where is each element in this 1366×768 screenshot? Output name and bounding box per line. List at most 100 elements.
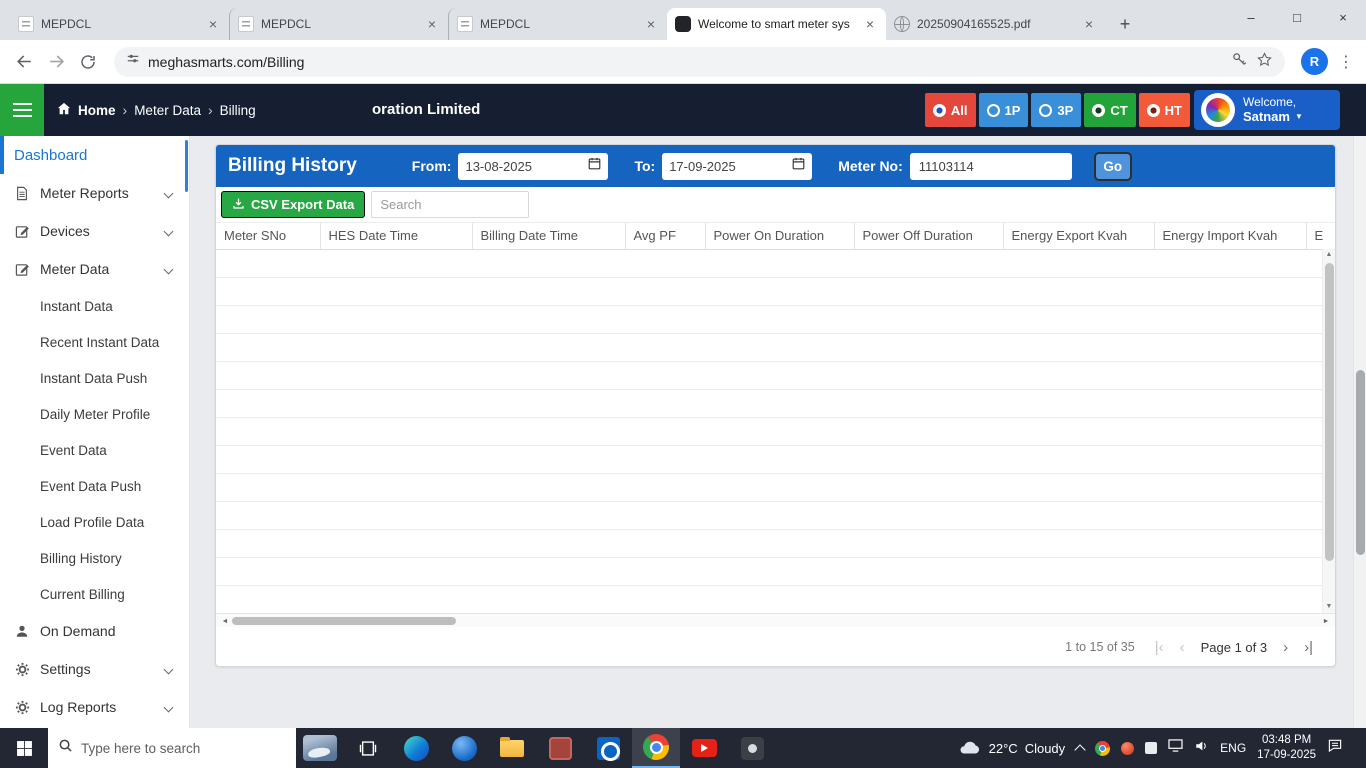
- user-menu[interactable]: Welcome, Satnam ▼: [1194, 90, 1340, 130]
- breadcrumb-meter-data[interactable]: Meter Data: [134, 103, 201, 118]
- page-scrollbar-thumb[interactable]: [1356, 370, 1365, 555]
- meter-no-input[interactable]: [910, 153, 1072, 180]
- taskbar-app-outlook[interactable]: [584, 728, 632, 768]
- filter-ht[interactable]: HT: [1139, 93, 1190, 127]
- radio-ct-icon[interactable]: [1092, 104, 1105, 117]
- to-date-input[interactable]: [669, 159, 788, 174]
- taskbar-pinned-image[interactable]: [296, 728, 344, 768]
- url-text[interactable]: meghasmarts.com/Billing: [148, 54, 1223, 70]
- chevron-down-icon[interactable]: ▼: [1295, 112, 1303, 122]
- browser-tab-4-active[interactable]: Welcome to smart meter sys ×: [667, 8, 886, 40]
- browser-menu-icon[interactable]: ⋮: [1334, 52, 1358, 72]
- sidebar-item-log-reports[interactable]: Log Reports: [0, 688, 189, 726]
- sidebar-item-instant-data[interactable]: Instant Data: [0, 288, 189, 324]
- taskbar-clock[interactable]: 03:48 PM 17-09-2025: [1257, 733, 1316, 763]
- scroll-right-icon[interactable]: ►: [1319, 614, 1333, 628]
- tray-chrome-icon[interactable]: [1095, 741, 1110, 756]
- column-header[interactable]: Meter SNo: [216, 223, 320, 249]
- profile-avatar[interactable]: R: [1301, 48, 1328, 75]
- task-view-button[interactable]: [344, 728, 392, 768]
- table-row[interactable]: [216, 417, 1323, 445]
- browser-tab-1[interactable]: MEPDCL ×: [10, 8, 229, 40]
- language-indicator[interactable]: ENG: [1220, 741, 1246, 755]
- browser-page-scrollbar[interactable]: [1353, 136, 1366, 728]
- column-header[interactable]: HES Date Time: [320, 223, 472, 249]
- from-date-input[interactable]: [465, 159, 584, 174]
- weather-widget[interactable]: 22°C Cloudy: [958, 739, 1066, 758]
- from-date-field[interactable]: [458, 153, 608, 180]
- calendar-icon[interactable]: [792, 157, 805, 175]
- column-header[interactable]: Energy Export Kvah: [1003, 223, 1154, 249]
- table-row[interactable]: [216, 389, 1323, 417]
- table-horizontal-scrollbar[interactable]: ◄ ►: [216, 613, 1335, 627]
- taskbar-app-red[interactable]: [536, 728, 584, 768]
- tray-red-app-icon[interactable]: [1121, 742, 1134, 755]
- sidebar-item-daily-meter-profile[interactable]: Daily Meter Profile: [0, 396, 189, 432]
- horizontal-scrollbar-thumb[interactable]: [232, 617, 456, 625]
- taskbar-app-misc[interactable]: [728, 728, 776, 768]
- table-row[interactable]: [216, 473, 1323, 501]
- tray-app-icon[interactable]: [1145, 742, 1157, 754]
- sidebar-item-meter-data[interactable]: Meter Data: [0, 250, 189, 288]
- sidebar-item-event-data-push[interactable]: Event Data Push: [0, 468, 189, 504]
- browser-tab-3[interactable]: MEPDCL ×: [448, 8, 667, 40]
- new-tab-button[interactable]: +: [1111, 10, 1139, 38]
- table-row[interactable]: [216, 277, 1323, 305]
- address-bar[interactable]: meghasmarts.com/Billing: [114, 47, 1285, 77]
- column-header[interactable]: Energy Import Kvah: [1154, 223, 1306, 249]
- taskbar-search-input[interactable]: [81, 741, 286, 756]
- browser-tab-2[interactable]: MEPDCL ×: [229, 8, 448, 40]
- forward-button[interactable]: [40, 46, 72, 78]
- scroll-left-icon[interactable]: ◄: [218, 614, 232, 628]
- table-row[interactable]: [216, 305, 1323, 333]
- radio-3p-icon[interactable]: [1039, 104, 1052, 117]
- scroll-up-icon[interactable]: ▲: [1323, 249, 1335, 261]
- tab-close-icon[interactable]: ×: [205, 16, 221, 32]
- table-row[interactable]: [216, 557, 1323, 585]
- breadcrumb-home[interactable]: Home: [78, 103, 116, 118]
- table-row[interactable]: [216, 585, 1323, 613]
- radio-1p-icon[interactable]: [987, 104, 1000, 117]
- breadcrumb-billing[interactable]: Billing: [220, 103, 256, 118]
- previous-page-icon[interactable]: ‹: [1180, 640, 1185, 655]
- column-header[interactable]: Avg PF: [625, 223, 705, 249]
- column-header[interactable]: Power On Duration: [705, 223, 854, 249]
- sidebar-item-billing-history[interactable]: Billing History: [0, 540, 189, 576]
- table-row[interactable]: [216, 529, 1323, 557]
- sidebar-item-current-billing[interactable]: Current Billing: [0, 576, 189, 612]
- password-key-icon[interactable]: [1231, 51, 1248, 73]
- taskbar-app-blue[interactable]: [440, 728, 488, 768]
- radio-all-icon[interactable]: [933, 104, 946, 117]
- filter-ct[interactable]: CT: [1084, 93, 1135, 127]
- first-page-icon[interactable]: |‹: [1155, 640, 1164, 655]
- csv-export-button[interactable]: CSV Export Data: [221, 191, 365, 218]
- filter-1p[interactable]: 1P: [979, 93, 1029, 127]
- sidebar-item-devices[interactable]: Devices: [0, 212, 189, 250]
- column-header[interactable]: Ene: [1306, 223, 1323, 249]
- taskbar-app-edge[interactable]: [392, 728, 440, 768]
- taskbar-app-chrome[interactable]: [632, 728, 680, 768]
- menu-toggle-button[interactable]: [0, 84, 44, 136]
- back-button[interactable]: [8, 46, 40, 78]
- vertical-scrollbar-thumb[interactable]: [1325, 263, 1334, 561]
- browser-tab-5[interactable]: 20250904165525.pdf ×: [886, 8, 1105, 40]
- filter-3p[interactable]: 3P: [1031, 93, 1081, 127]
- search-input[interactable]: [371, 191, 529, 218]
- table-row[interactable]: [216, 333, 1323, 361]
- sidebar-item-instant-data-push[interactable]: Instant Data Push: [0, 360, 189, 396]
- sidebar-item-on-demand[interactable]: On Demand: [0, 612, 189, 650]
- last-page-icon[interactable]: ›|: [1304, 640, 1313, 655]
- tray-display-icon[interactable]: [1168, 739, 1183, 757]
- calendar-icon[interactable]: [588, 157, 601, 175]
- action-center-icon[interactable]: [1327, 738, 1343, 758]
- table-row[interactable]: [216, 501, 1323, 529]
- next-page-icon[interactable]: ›: [1283, 640, 1288, 655]
- close-window-button[interactable]: ×: [1320, 0, 1366, 34]
- minimize-button[interactable]: –: [1228, 0, 1274, 34]
- reload-button[interactable]: [72, 46, 104, 78]
- table-vertical-scrollbar[interactable]: ▲ ▼: [1322, 249, 1335, 613]
- table-row[interactable]: [216, 361, 1323, 389]
- to-date-field[interactable]: [662, 153, 812, 180]
- filter-all[interactable]: All: [925, 93, 976, 127]
- bookmark-star-icon[interactable]: [1256, 51, 1273, 73]
